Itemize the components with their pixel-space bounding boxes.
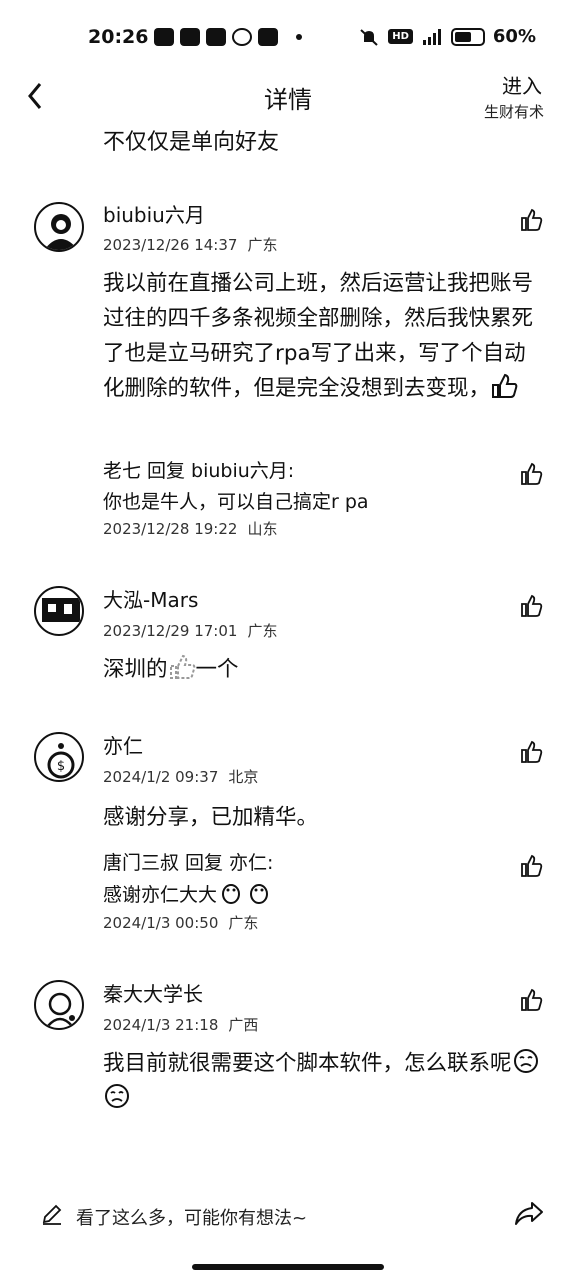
comment-author[interactable]: biubiu六月	[103, 199, 205, 228]
reply-time: 2023/12/28 19:22	[103, 520, 238, 538]
reply-header: 唐门三叔 回复 亦仁:	[103, 848, 273, 875]
penguin-emoji-icon	[250, 884, 269, 904]
share-icon[interactable]	[514, 1200, 544, 1226]
comment-location: 北京	[228, 768, 259, 786]
reply-target[interactable]: biubiu六月:	[191, 460, 294, 482]
signal-icon	[422, 28, 441, 45]
nav-bar: 详情 进入 生财有术	[0, 70, 576, 126]
hd-icon: HD	[388, 29, 413, 44]
app-notification-icon	[206, 28, 226, 46]
avatar[interactable]	[34, 202, 84, 252]
reply-text: 你也是牛人，可以自己搞定r pa	[103, 491, 369, 513]
comment-text: 深圳的 一个	[103, 652, 543, 687]
app-notification-icon	[154, 28, 174, 46]
crying-face-emoji-icon	[513, 1049, 538, 1073]
comment-location: 广东	[247, 236, 278, 254]
comment-meta: 2024/1/2 09:37 北京	[103, 766, 258, 787]
app-notification-icon	[258, 28, 278, 46]
svg-text:$: $	[57, 759, 65, 774]
status-bar: 20:26 HD 60%	[0, 0, 576, 76]
system-status: HD 60%	[358, 26, 536, 47]
reply-word: 回复	[147, 460, 186, 482]
comment-input[interactable]: 看了这么多，可能你有想法~	[76, 1204, 307, 1230]
reply-meta: 2023/12/28 19:22 山东	[103, 518, 277, 539]
comment-meta: 2023/12/26 14:37 广东	[103, 234, 277, 255]
crying-face-emoji-icon	[105, 1084, 129, 1108]
comment-author[interactable]: 秦大大学长	[103, 978, 203, 1007]
like-icon[interactable]	[520, 594, 544, 618]
reply-location: 广东	[228, 914, 259, 932]
comment-time: 2023/12/26 14:37	[103, 236, 238, 254]
enter-community-button[interactable]: 进入	[502, 70, 542, 99]
comment-location: 广东	[247, 622, 278, 640]
more-dot-icon	[296, 34, 302, 40]
reply-text: 感谢亦仁大大	[103, 879, 273, 907]
avatar[interactable]: $	[34, 732, 84, 782]
status-time: 20:26	[88, 26, 149, 48]
comment-time: 2024/1/3 21:18	[103, 1016, 219, 1034]
comment-text: 我以前在直播公司上班，然后运营让我把账号过往的四千多条视频全部删除，然后我快累死…	[103, 271, 534, 401]
comment-meta: 2023/12/29 17:01 广东	[103, 620, 277, 641]
like-icon[interactable]	[520, 740, 544, 764]
reply-author[interactable]: 唐门三叔	[103, 852, 179, 874]
penguin-emoji-icon	[222, 884, 241, 904]
pen-icon	[42, 1204, 62, 1225]
reply-time: 2024/1/3 00:50	[103, 914, 219, 932]
bottom-comment-bar: 看了这么多，可能你有想法~	[0, 1190, 576, 1240]
previous-comment-tail: 不仅仅是单向好友	[103, 130, 280, 155]
app-notification-icon	[180, 28, 200, 46]
chat-notification-icon	[232, 28, 252, 46]
avatar[interactable]	[34, 980, 84, 1030]
thumbs-up-emoji-icon	[169, 654, 195, 679]
comment-author[interactable]: 亦仁	[103, 730, 143, 759]
battery-icon	[450, 27, 485, 46]
like-icon[interactable]	[520, 854, 544, 878]
like-icon[interactable]	[520, 462, 544, 486]
reply-word: 回复	[185, 852, 224, 874]
comment-time: 2023/12/29 17:01	[103, 622, 238, 640]
like-icon[interactable]	[520, 988, 544, 1012]
comment-time: 2024/1/2 09:37	[103, 768, 219, 786]
comment-text: 我目前就很需要这个脚本软件，怎么联系呢	[103, 1046, 543, 1116]
reply-meta: 2024/1/3 00:50 广东	[103, 912, 258, 933]
mute-icon	[360, 28, 378, 46]
avatar[interactable]	[34, 586, 84, 636]
battery-level: 60%	[492, 26, 536, 47]
comment-meta: 2024/1/3 21:18 广西	[103, 1014, 258, 1035]
thumbs-up-emoji-icon	[492, 373, 518, 398]
reply-target[interactable]: 亦仁:	[229, 852, 273, 874]
reply-header: 老七 回复 biubiu六月:	[103, 456, 294, 483]
home-indicator[interactable]	[192, 1264, 384, 1270]
community-name[interactable]: 生财有术	[484, 101, 544, 122]
comment-text: 感谢分享，已加精华。	[103, 805, 319, 830]
like-icon[interactable]	[520, 208, 544, 232]
comment-author[interactable]: 大泓-Mars	[103, 584, 198, 613]
comment-location: 广西	[228, 1016, 259, 1034]
reply-author[interactable]: 老七	[103, 460, 141, 482]
notification-icons	[154, 28, 302, 46]
reply-location: 山东	[247, 520, 278, 538]
